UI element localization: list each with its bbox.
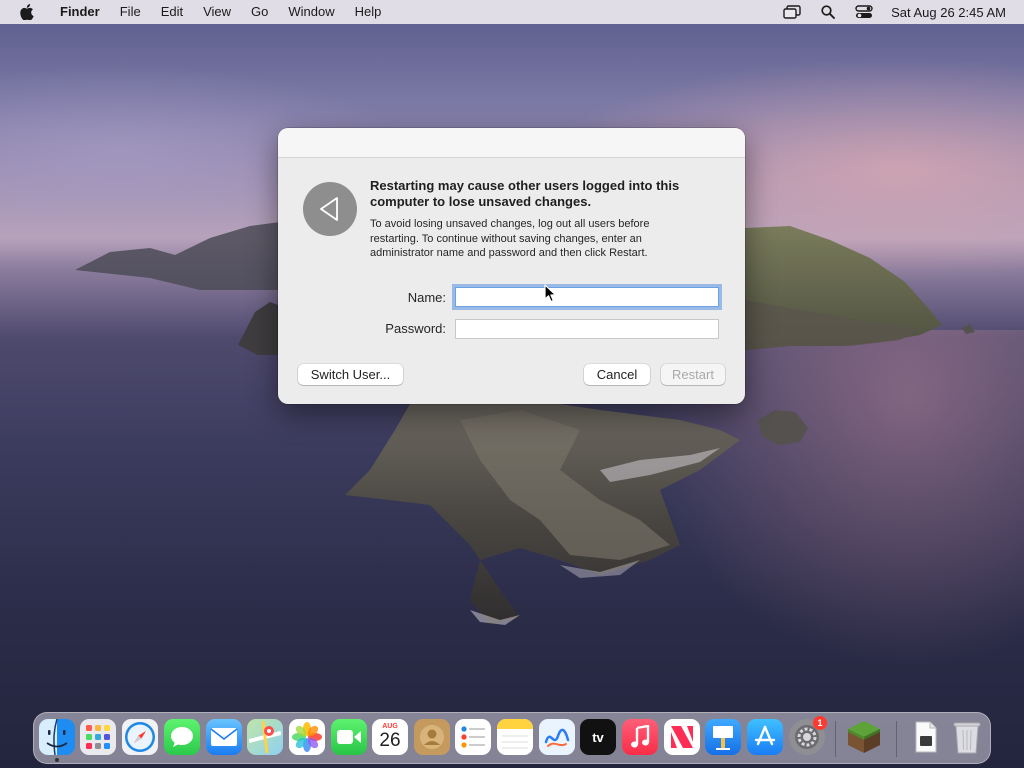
- dock-maps[interactable]: [247, 719, 283, 755]
- music-note-icon: [631, 725, 650, 748]
- dock-facetime[interactable]: [331, 719, 367, 755]
- menu-clock[interactable]: Sat Aug 26 2:45 AM: [891, 5, 1006, 20]
- finder-icon: [46, 719, 68, 755]
- name-label: Name:: [407, 290, 446, 305]
- name-field[interactable]: [455, 287, 719, 307]
- dock-trash[interactable]: [949, 719, 985, 755]
- control-center-icon[interactable]: [855, 4, 873, 20]
- menu-file[interactable]: File: [110, 0, 151, 24]
- dock: AUG 26 tv 1: [33, 712, 991, 764]
- dock-music[interactable]: [622, 719, 658, 755]
- restart-auth-dialog: Restarting may cause other users logged …: [278, 128, 745, 404]
- finder-running-indicator: [55, 758, 59, 762]
- dock-contacts[interactable]: [414, 719, 450, 755]
- dock-notes[interactable]: [497, 719, 533, 755]
- menu-app-name[interactable]: Finder: [52, 0, 110, 24]
- menu-help[interactable]: Help: [345, 0, 392, 24]
- dock-separator-2: [896, 721, 897, 757]
- menu-bar: Finder File Edit View Go Window Help Sat…: [0, 0, 1024, 24]
- notes-icon: [497, 719, 533, 749]
- dock-app-store[interactable]: [747, 719, 783, 755]
- dock-apple-tv[interactable]: tv: [580, 719, 616, 755]
- menu-edit[interactable]: Edit: [151, 0, 193, 24]
- dock-reminders[interactable]: [455, 719, 491, 755]
- restart-arrow-icon: [303, 182, 357, 236]
- switch-user-button[interactable]: Switch User...: [298, 364, 403, 385]
- safari-compass-icon: [125, 722, 155, 752]
- apple-tv-label: tv: [592, 729, 604, 745]
- dock-launchpad[interactable]: [80, 719, 116, 755]
- document-stack-icon: [915, 721, 937, 753]
- dock-minecraft[interactable]: [846, 719, 882, 755]
- menu-go[interactable]: Go: [241, 0, 278, 24]
- dock-news[interactable]: [664, 719, 700, 755]
- messages-bubble-icon: [171, 727, 193, 747]
- calendar-day: 26: [379, 729, 401, 751]
- dialog-heading: Restarting may cause other users logged …: [370, 178, 680, 209]
- app-store-icon: [754, 725, 776, 746]
- minecraft-grass-block-icon: [848, 721, 880, 753]
- dialog-titlebar: [278, 128, 745, 158]
- dock-mail[interactable]: [206, 719, 242, 755]
- dock-messages[interactable]: [164, 719, 200, 755]
- cancel-button[interactable]: Cancel: [584, 364, 650, 385]
- news-icon: [671, 726, 693, 748]
- dock-keynote[interactable]: [705, 719, 741, 755]
- photos-flower-icon: [292, 722, 322, 752]
- freeform-scribble-icon: [544, 728, 570, 747]
- mouse-cursor-icon: [544, 284, 557, 303]
- mail-envelope-icon: [210, 728, 238, 746]
- reminders-list-icon: [461, 726, 485, 748]
- dock-finder[interactable]: [39, 719, 75, 755]
- password-label: Password:: [385, 321, 446, 336]
- dock-downloads-stack[interactable]: [908, 719, 944, 755]
- password-field[interactable]: [455, 319, 719, 339]
- system-settings-badge: 1: [813, 716, 827, 730]
- maps-icon: [249, 721, 281, 753]
- trash-icon: [953, 722, 981, 754]
- menu-window[interactable]: Window: [278, 0, 344, 24]
- contacts-icon: [420, 725, 444, 749]
- launchpad-icon: [86, 725, 110, 749]
- apple-menu-icon[interactable]: [18, 3, 36, 21]
- dock-separator: [835, 721, 836, 757]
- dialog-message: To avoid losing unsaved changes, log out…: [370, 218, 650, 259]
- dock-freeform[interactable]: [539, 719, 575, 755]
- menu-view[interactable]: View: [193, 0, 241, 24]
- facetime-camera-icon: [337, 730, 361, 744]
- dock-safari[interactable]: [122, 719, 158, 755]
- search-icon[interactable]: [819, 4, 837, 20]
- dock-photos[interactable]: [289, 719, 325, 755]
- screen-mirroring-icon[interactable]: [783, 4, 801, 20]
- keynote-podium-icon: [713, 726, 733, 750]
- restart-button[interactable]: Restart: [661, 364, 725, 385]
- dock-calendar[interactable]: AUG 26: [372, 719, 408, 755]
